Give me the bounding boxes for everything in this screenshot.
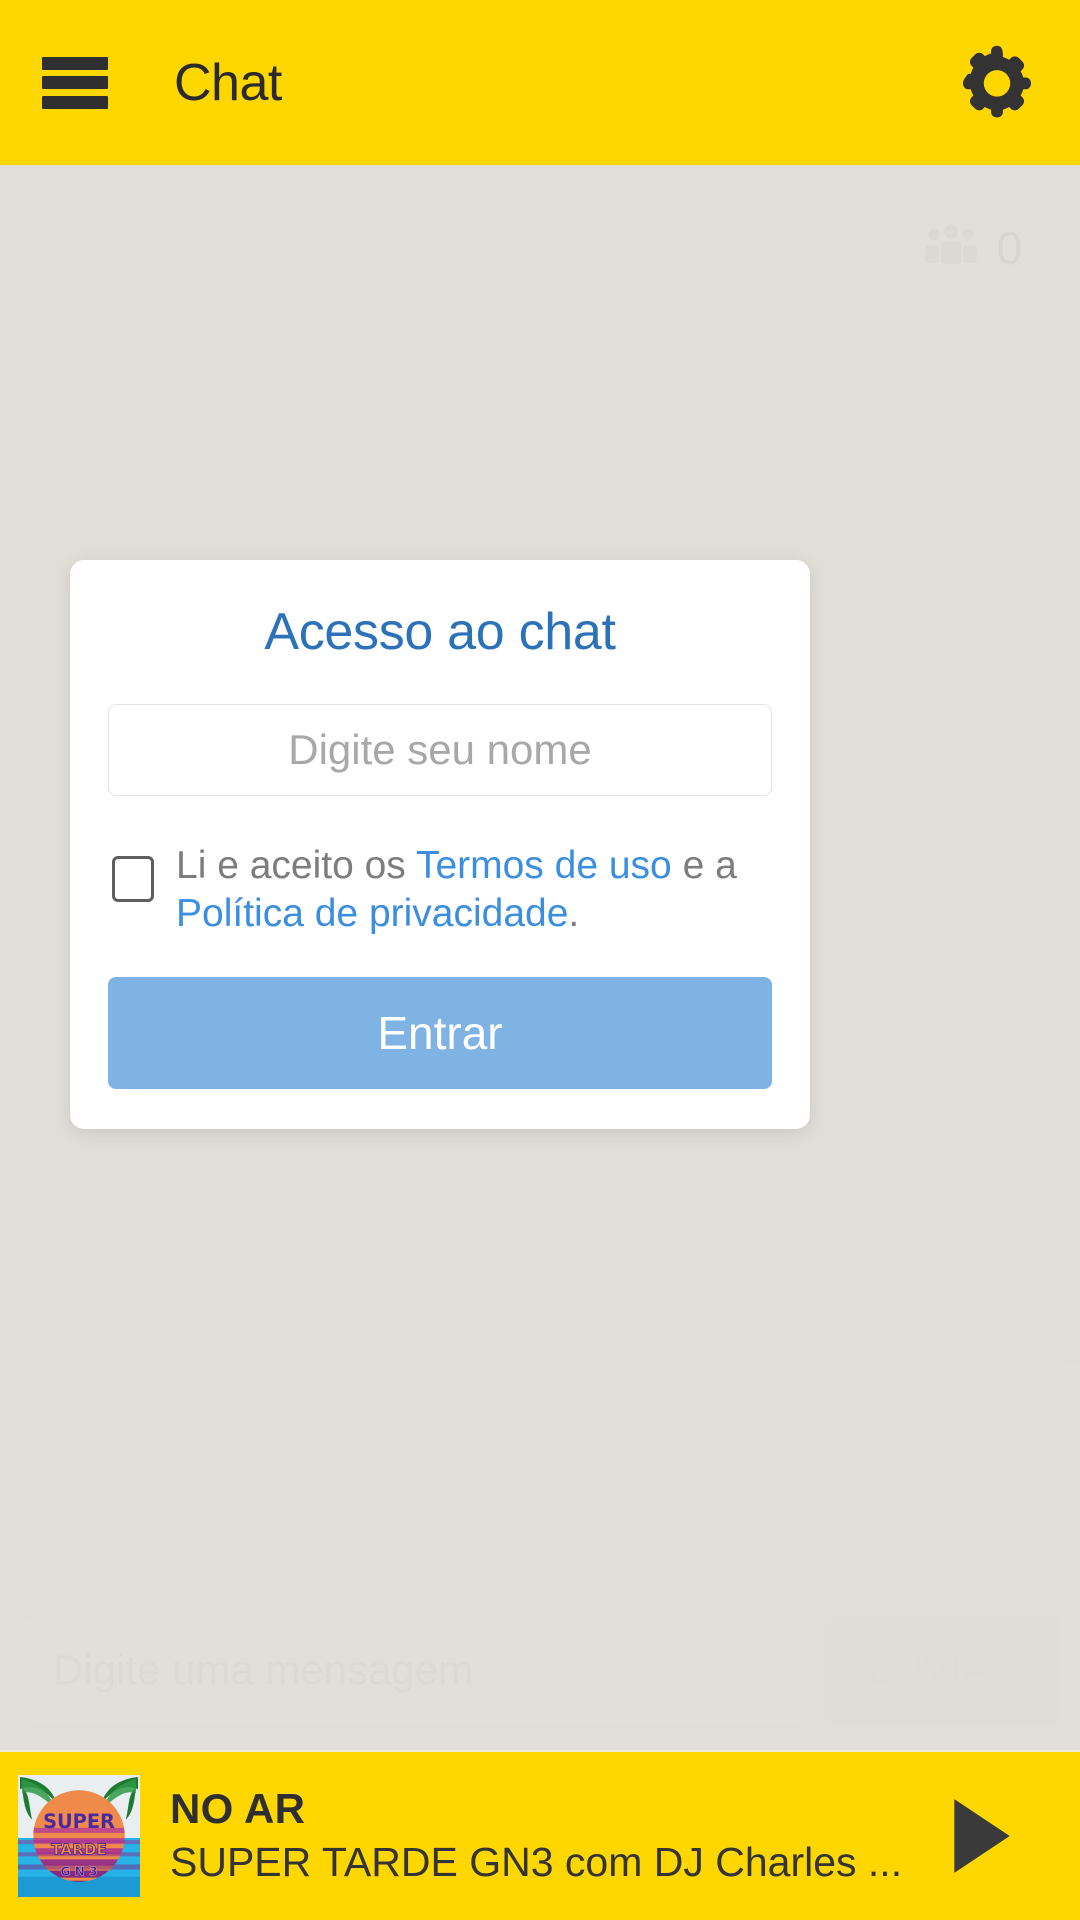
terms-of-use-link[interactable]: Termos de uso xyxy=(416,844,672,887)
radio-player-bar: SUPER TARDE G N 3 NO AR SUPER TARDE GN3 … xyxy=(0,1750,1080,1920)
terms-suffix: . xyxy=(568,891,580,935)
svg-text:SUPER: SUPER xyxy=(43,1810,115,1833)
hamburger-menu-icon[interactable] xyxy=(42,56,108,109)
name-input-placeholder: Digite seu nome xyxy=(288,726,592,773)
privacy-policy-link[interactable]: Política de privacidade xyxy=(176,892,568,935)
modal-overlay: Acesso ao chat Digite seu nome Li e acei… xyxy=(0,165,1080,1750)
live-badge: NO AR xyxy=(170,1785,306,1833)
hamburger-bar xyxy=(42,95,108,109)
name-input[interactable]: Digite seu nome xyxy=(108,704,772,796)
svg-text:TARDE: TARDE xyxy=(51,1840,107,1858)
gear-icon[interactable] xyxy=(954,40,1040,126)
terms-middle: e a xyxy=(671,844,737,887)
track-title: SUPER TARDE GN3 com DJ Charles ... xyxy=(170,1839,903,1886)
modal-title: Acesso ao chat xyxy=(264,603,616,661)
terms-label: Li e aceito os Termos de uso e a Polític… xyxy=(176,838,772,937)
app-header: Chat xyxy=(0,0,1080,165)
terms-checkbox[interactable] xyxy=(112,856,154,902)
terms-prefix: Li e aceito os xyxy=(176,844,416,887)
player-info: NO AR SUPER TARDE GN3 com DJ Charles ... xyxy=(170,1785,936,1886)
album-artwork: SUPER TARDE G N 3 xyxy=(18,1775,140,1897)
hamburger-bar xyxy=(42,56,108,70)
app-root: Chat 0 Digite u xyxy=(0,0,1080,1920)
enter-button[interactable]: Entrar xyxy=(108,977,772,1090)
page-title: Chat xyxy=(174,53,282,112)
chat-access-modal: Acesso ao chat Digite seu nome Li e acei… xyxy=(70,560,810,1130)
hamburger-bar xyxy=(42,76,108,89)
svg-text:G N 3: G N 3 xyxy=(60,1865,97,1879)
terms-row: Li e aceito os Termos de uso e a Polític… xyxy=(108,838,772,937)
play-icon[interactable] xyxy=(936,1790,1028,1882)
